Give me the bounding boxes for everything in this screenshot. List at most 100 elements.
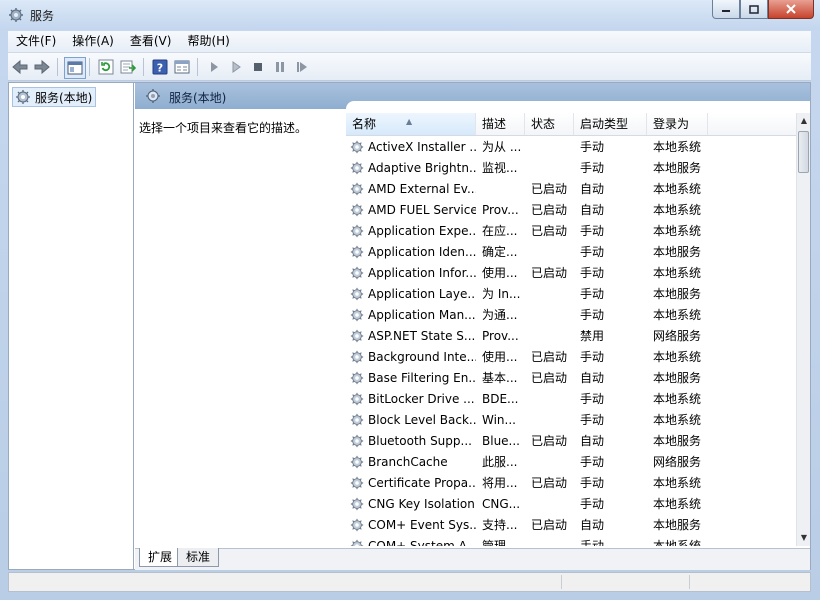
- cell-startup: 自动: [580, 203, 605, 217]
- start-service-alt-button[interactable]: [226, 57, 246, 77]
- cell-desc: Prov...: [482, 329, 519, 343]
- column-header-name[interactable]: ▲ 名称: [346, 113, 476, 135]
- cell-status: [531, 242, 573, 263]
- panel-title: 服务(本地): [169, 91, 227, 105]
- vertical-scrollbar[interactable]: ▲ ▼: [796, 113, 810, 546]
- cell-desc: 为通...: [482, 308, 518, 322]
- show-hide-console-tree-button[interactable]: [64, 57, 86, 79]
- cell-desc: 支持...: [482, 518, 518, 532]
- cell-logon: 本地系统: [653, 392, 702, 406]
- cell-startup: 手动: [580, 308, 605, 322]
- back-button[interactable]: [10, 57, 30, 77]
- cell-startup: 手动: [580, 413, 605, 427]
- table-row[interactable]: COM+ Event Sys... 支持... 已启动 自动 本地服务: [346, 515, 796, 536]
- table-row[interactable]: Application Laye... 为 In... 手动 本地服务: [346, 284, 796, 305]
- maximize-button[interactable]: [740, 0, 768, 19]
- menu-view[interactable]: 查看(V): [122, 31, 180, 52]
- window-title: 服务: [30, 9, 55, 23]
- table-row[interactable]: Base Filtering En... 基本... 已启动 自动 本地服务: [346, 368, 796, 389]
- column-header-label: 描述: [482, 117, 507, 131]
- cell-startup: 手动: [580, 497, 605, 511]
- table-row[interactable]: Application Iden... 确定... 手动 本地服务: [346, 242, 796, 263]
- scroll-up-arrow-icon[interactable]: ▲: [797, 113, 810, 129]
- cell-desc: 在应...: [482, 224, 518, 238]
- start-service-button[interactable]: [204, 57, 224, 77]
- service-gear-icon: [350, 350, 364, 367]
- cell-logon: 本地系统: [653, 539, 702, 546]
- table-row[interactable]: Bluetooth Supp... Blue... 已启动 自动 本地服务: [346, 431, 796, 452]
- table-row[interactable]: AMD External Ev... 已启动 自动 本地系统: [346, 179, 796, 200]
- service-gear-icon: [350, 203, 364, 220]
- cell-startup: 手动: [580, 350, 605, 364]
- table-row[interactable]: Certificate Propa... 将用... 已启动 手动 本地系统: [346, 473, 796, 494]
- tab-standard[interactable]: 标准: [177, 548, 220, 567]
- table-row[interactable]: BranchCache 此服... 手动 网络服务: [346, 452, 796, 473]
- table-row[interactable]: CNG Key Isolation CNG... 手动 本地系统: [346, 494, 796, 515]
- cell-status: 已启动: [531, 350, 568, 364]
- tree-item-services-local[interactable]: 服务(本地): [12, 87, 97, 107]
- column-header-status[interactable]: 状态: [525, 113, 574, 135]
- cell-name: Application Iden...: [368, 245, 476, 259]
- play-icon: [211, 62, 218, 72]
- cell-name: Application Expe...: [368, 224, 476, 238]
- restart-service-button[interactable]: [292, 57, 312, 77]
- table-row[interactable]: BitLocker Drive ... BDE... 手动 本地系统: [346, 389, 796, 410]
- column-header-startup-type[interactable]: 启动类型: [574, 113, 647, 135]
- service-gear-icon: [350, 245, 364, 262]
- toolbar-separator: [57, 58, 58, 76]
- cell-desc: 管理...: [482, 539, 518, 546]
- cell-status: [531, 536, 573, 546]
- cell-logon: 本地系统: [653, 497, 702, 511]
- maximize-icon: [749, 4, 759, 14]
- table-row[interactable]: AMD FUEL Service Prov... 已启动 自动 本地系统: [346, 200, 796, 221]
- console-tree: 服务(本地): [9, 83, 134, 569]
- table-row[interactable]: Application Expe... 在应... 已启动 手动 本地系统: [346, 221, 796, 242]
- table-row[interactable]: COM+ System A... 管理... 手动 本地系统: [346, 536, 796, 546]
- properties-button[interactable]: [172, 57, 192, 77]
- status-segment: [689, 575, 690, 589]
- service-gear-icon: [350, 329, 364, 346]
- help-button[interactable]: ?: [150, 57, 170, 77]
- scroll-down-arrow-icon[interactable]: ▼: [797, 530, 810, 546]
- cell-desc: [482, 179, 524, 200]
- cell-logon: 本地系统: [653, 224, 702, 238]
- table-row[interactable]: ASP.NET State S... Prov... 禁用 网络服务: [346, 326, 796, 347]
- cell-name: Application Infor...: [368, 266, 476, 280]
- stop-service-button[interactable]: [248, 57, 268, 77]
- cell-logon: 本地服务: [653, 245, 702, 259]
- cell-logon: 本地系统: [653, 476, 702, 490]
- cell-desc: 使用...: [482, 266, 518, 280]
- cell-startup: 手动: [580, 224, 605, 238]
- table-row[interactable]: Block Level Back... Win... 手动 本地系统: [346, 410, 796, 431]
- cell-desc: 此服...: [482, 455, 518, 469]
- service-gear-icon: [350, 224, 364, 241]
- sort-ascending-icon: ▲: [406, 117, 413, 126]
- table-row[interactable]: ActiveX Installer ... 为从 ... 手动 本地系统: [346, 137, 796, 158]
- table-row[interactable]: Application Man... 为通... 手动 本地系统: [346, 305, 796, 326]
- toolbar-separator: [89, 58, 90, 76]
- column-header-log-on-as[interactable]: 登录为: [647, 113, 708, 135]
- refresh-icon: [98, 59, 114, 75]
- tab-extended[interactable]: 扩展: [139, 548, 182, 567]
- cell-status: [531, 284, 573, 305]
- minimize-button[interactable]: [712, 0, 740, 19]
- column-header-label: 状态: [531, 117, 556, 131]
- cell-name: ActiveX Installer ...: [368, 140, 476, 154]
- cell-startup: 手动: [580, 455, 605, 469]
- menu-action[interactable]: 操作(A): [64, 31, 122, 52]
- refresh-button[interactable]: [96, 57, 116, 77]
- service-gear-icon: [350, 140, 364, 157]
- menu-help[interactable]: 帮助(H): [179, 31, 237, 52]
- cell-desc: CNG...: [482, 497, 521, 511]
- table-row[interactable]: Application Infor... 使用... 已启动 手动 本地系统: [346, 263, 796, 284]
- title-bar[interactable]: 服务: [0, 0, 820, 30]
- pause-service-button[interactable]: [270, 57, 290, 77]
- table-row[interactable]: Adaptive Brightn... 监视... 手动 本地服务: [346, 158, 796, 179]
- close-button[interactable]: [768, 0, 814, 19]
- forward-button[interactable]: [32, 57, 52, 77]
- menu-file[interactable]: 文件(F): [8, 31, 64, 52]
- table-row[interactable]: Background Inte... 使用... 已启动 手动 本地系统: [346, 347, 796, 368]
- column-header-description[interactable]: 描述: [476, 113, 525, 135]
- scroll-thumb[interactable]: [798, 131, 809, 173]
- export-list-button[interactable]: [118, 57, 138, 77]
